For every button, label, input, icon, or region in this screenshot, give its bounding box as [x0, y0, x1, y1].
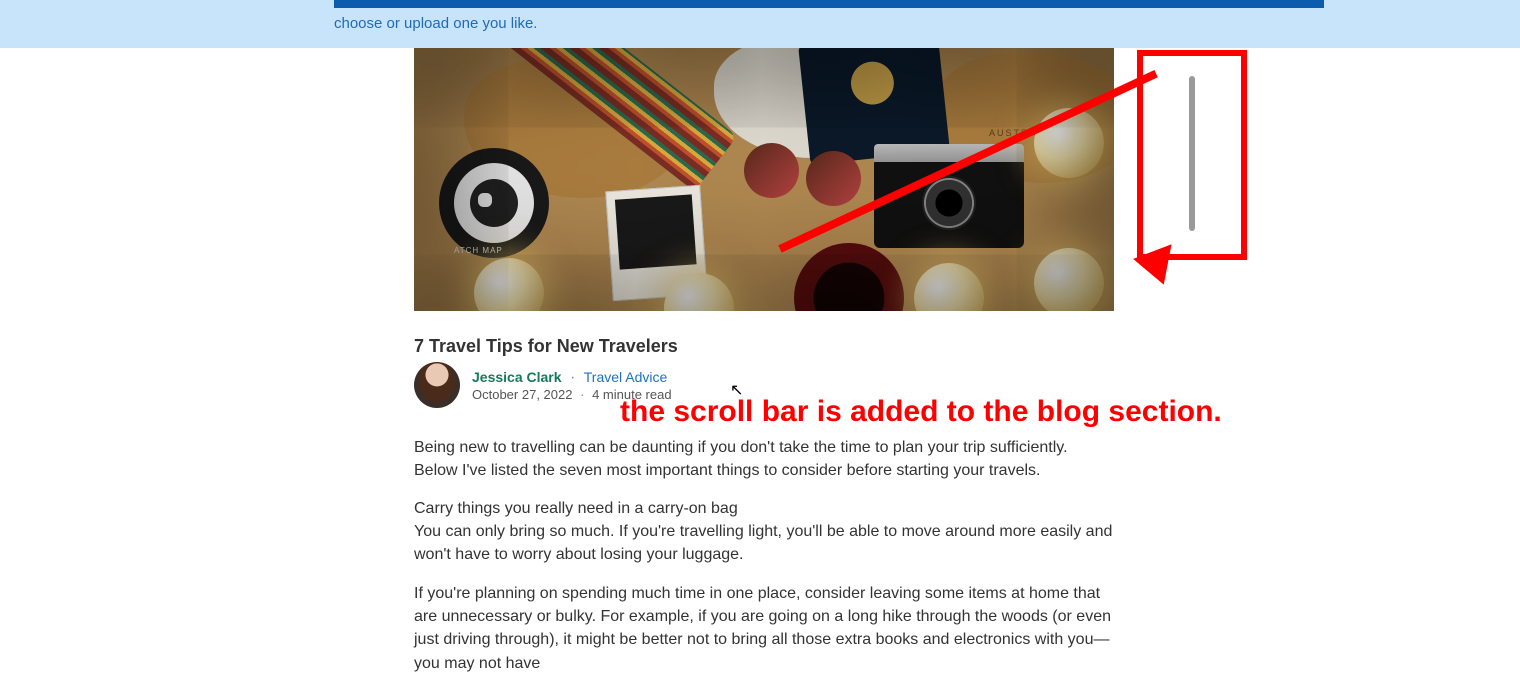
blog-scrollbar-thumb[interactable] [1189, 76, 1195, 231]
post-paragraph: If you're planning on spending much time… [414, 582, 1114, 675]
hero-patch-label: ATCH MAP [454, 246, 503, 255]
hero-continent-shape [714, 48, 894, 158]
hero-strap [414, 48, 737, 191]
post-section-heading: Carry things you really need in a carry-… [414, 497, 1114, 520]
hero-polaroid [605, 185, 707, 301]
hero-bulb [664, 273, 734, 311]
post-paragraph: You can only bring so much. If you're tr… [414, 520, 1114, 566]
annotation-highlight-box [1137, 50, 1247, 260]
info-banner: choose or upload one you like. [0, 0, 1520, 48]
separator-dot: · [570, 369, 575, 386]
post-title: 7 Travel Tips for New Travelers [414, 336, 678, 357]
hero-bulb [914, 263, 984, 311]
hero-bulb [1034, 248, 1104, 311]
post-paragraph: Being new to travelling can be daunting … [414, 436, 1114, 482]
hero-map-background [414, 48, 1114, 311]
hero-compass-patch [439, 148, 549, 258]
hero-passport [798, 48, 950, 165]
category-link[interactable]: Travel Advice [584, 369, 668, 385]
post-date: October 27, 2022 [472, 387, 572, 402]
hero-mug [794, 243, 904, 311]
banner-accent-bar [334, 0, 1324, 8]
separator-dot: · [580, 387, 584, 402]
hero-continent-shape [464, 58, 684, 198]
author-avatar[interactable] [414, 362, 460, 408]
mouse-cursor-icon: ↖ [730, 380, 743, 400]
banner-text: choose or upload one you like. [334, 15, 537, 32]
post-hero-image: AUSTRALIA ATCH MAP [414, 48, 1114, 311]
annotation-text: the scroll bar is added to the blog sect… [620, 395, 1222, 429]
author-link[interactable]: Jessica Clark [472, 369, 562, 385]
hero-bulb [474, 258, 544, 311]
hero-sunglasses [744, 143, 864, 213]
